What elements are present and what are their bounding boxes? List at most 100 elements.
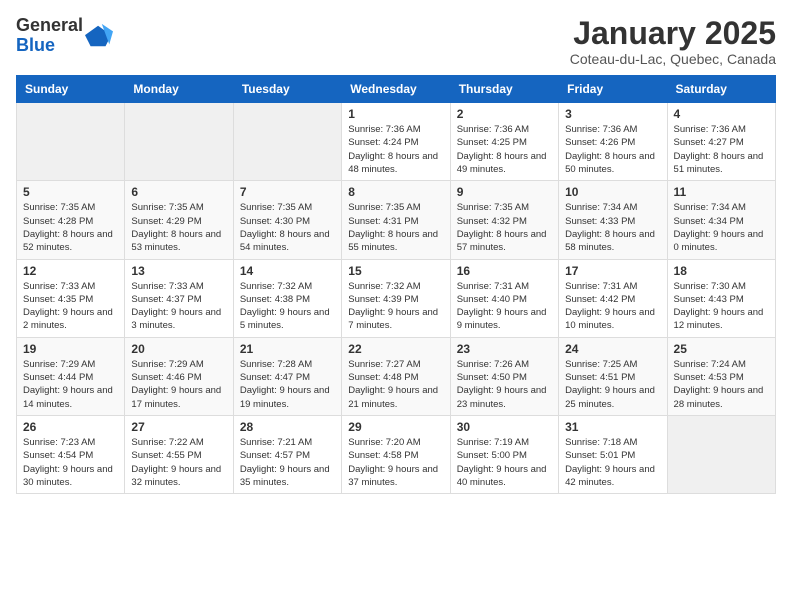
day-cell: 23Sunrise: 7:26 AMSunset: 4:50 PMDayligh… — [450, 337, 558, 415]
day-info: Sunrise: 7:36 AMSunset: 4:26 PMDaylight:… — [565, 123, 660, 176]
day-number: 4 — [674, 107, 769, 121]
day-number: 16 — [457, 264, 552, 278]
day-info: Sunrise: 7:35 AMSunset: 4:29 PMDaylight:… — [131, 201, 226, 254]
day-number: 30 — [457, 420, 552, 434]
day-cell — [125, 103, 233, 181]
day-info: Sunrise: 7:27 AMSunset: 4:48 PMDaylight:… — [348, 358, 443, 411]
day-info: Sunrise: 7:34 AMSunset: 4:33 PMDaylight:… — [565, 201, 660, 254]
day-cell: 26Sunrise: 7:23 AMSunset: 4:54 PMDayligh… — [17, 415, 125, 493]
calendar-table: SundayMondayTuesdayWednesdayThursdayFrid… — [16, 75, 776, 494]
day-number: 2 — [457, 107, 552, 121]
day-cell: 1 Sunrise: 7:36 AMSunset: 4:24 PMDaylight… — [342, 103, 450, 181]
day-number: 24 — [565, 342, 660, 356]
week-row-4: 19 Sunrise: 7:29 AMSunset: 4:44 PMDayligh… — [17, 337, 776, 415]
week-row-2: 5Sunrise: 7:35 AMSunset: 4:28 PMDaylight… — [17, 181, 776, 259]
day-cell: 25Sunrise: 7:24 AMSunset: 4:53 PMDayligh… — [667, 337, 775, 415]
day-number: 31 — [565, 420, 660, 434]
day-info: Sunrise: 7:25 AMSunset: 4:51 PMDaylight:… — [565, 358, 660, 411]
title-block: January 2025 Coteau-du-Lac, Quebec, Cana… — [570, 16, 776, 67]
day-number: 27 — [131, 420, 226, 434]
day-number: 21 — [240, 342, 335, 356]
logo-icon — [85, 22, 113, 50]
day-cell: 21 Sunrise: 7:28 AMSunset: 4:47 PMDayligh… — [233, 337, 341, 415]
day-cell: 28 Sunrise: 7:21 AMSunset: 4:57 PMDayligh… — [233, 415, 341, 493]
day-cell: 15Sunrise: 7:32 AMSunset: 4:39 PMDayligh… — [342, 259, 450, 337]
day-number: 18 — [674, 264, 769, 278]
day-cell: 4 Sunrise: 7:36 AMSunset: 4:27 PMDaylight… — [667, 103, 775, 181]
day-cell: 17Sunrise: 7:31 AMSunset: 4:42 PMDayligh… — [559, 259, 667, 337]
day-cell: 12 Sunrise: 7:33 AMSunset: 4:35 PMDayligh… — [17, 259, 125, 337]
day-number: 1 — [348, 107, 443, 121]
week-row-5: 26Sunrise: 7:23 AMSunset: 4:54 PMDayligh… — [17, 415, 776, 493]
day-info: Sunrise: 7:30 AMSunset: 4:43 PMDaylight:… — [674, 280, 769, 333]
day-cell: 22Sunrise: 7:27 AMSunset: 4:48 PMDayligh… — [342, 337, 450, 415]
day-number: 23 — [457, 342, 552, 356]
day-cell: 31Sunrise: 7:18 AMSunset: 5:01 PMDayligh… — [559, 415, 667, 493]
day-number: 7 — [240, 185, 335, 199]
day-info: Sunrise: 7:31 AMSunset: 4:40 PMDaylight:… — [457, 280, 552, 333]
day-cell: 14Sunrise: 7:32 AMSunset: 4:38 PMDayligh… — [233, 259, 341, 337]
logo-text: GeneralBlue — [16, 16, 83, 56]
day-cell: 30 Sunrise: 7:19 AMSunset: 5:00 PMDayligh… — [450, 415, 558, 493]
day-number: 19 — [23, 342, 118, 356]
day-cell: 2Sunrise: 7:36 AMSunset: 4:25 PMDaylight… — [450, 103, 558, 181]
day-number: 28 — [240, 420, 335, 434]
day-info: Sunrise: 7:35 AMSunset: 4:30 PMDaylight:… — [240, 201, 335, 254]
calendar-subtitle: Coteau-du-Lac, Quebec, Canada — [570, 51, 776, 67]
day-number: 14 — [240, 264, 335, 278]
day-cell: 16 Sunrise: 7:31 AMSunset: 4:40 PMDayligh… — [450, 259, 558, 337]
day-info: Sunrise: 7:28 AMSunset: 4:47 PMDaylight:… — [240, 358, 335, 411]
day-cell: 8 Sunrise: 7:35 AMSunset: 4:31 PMDaylight… — [342, 181, 450, 259]
weekday-header-friday: Friday — [559, 76, 667, 103]
day-info: Sunrise: 7:29 AMSunset: 4:46 PMDaylight:… — [131, 358, 226, 411]
day-cell: 27 Sunrise: 7:22 AMSunset: 4:55 PMDayligh… — [125, 415, 233, 493]
day-info: Sunrise: 7:32 AMSunset: 4:39 PMDaylight:… — [348, 280, 443, 333]
day-cell: 29 Sunrise: 7:20 AMSunset: 4:58 PMDayligh… — [342, 415, 450, 493]
day-info: Sunrise: 7:20 AMSunset: 4:58 PMDaylight:… — [348, 436, 443, 489]
day-cell — [667, 415, 775, 493]
day-cell: 11Sunrise: 7:34 AMSunset: 4:34 PMDayligh… — [667, 181, 775, 259]
day-number: 5 — [23, 185, 118, 199]
week-row-1: 1 Sunrise: 7:36 AMSunset: 4:24 PMDaylight… — [17, 103, 776, 181]
day-cell: 9 Sunrise: 7:35 AMSunset: 4:32 PMDaylight… — [450, 181, 558, 259]
weekday-header-row: SundayMondayTuesdayWednesdayThursdayFrid… — [17, 76, 776, 103]
day-cell: 7 Sunrise: 7:35 AMSunset: 4:30 PMDaylight… — [233, 181, 341, 259]
day-cell: 19 Sunrise: 7:29 AMSunset: 4:44 PMDayligh… — [17, 337, 125, 415]
day-info: Sunrise: 7:36 AMSunset: 4:27 PMDaylight:… — [674, 123, 769, 176]
day-info: Sunrise: 7:31 AMSunset: 4:42 PMDaylight:… — [565, 280, 660, 333]
day-info: Sunrise: 7:21 AMSunset: 4:57 PMDaylight:… — [240, 436, 335, 489]
day-info: Sunrise: 7:29 AMSunset: 4:44 PMDaylight:… — [23, 358, 118, 411]
day-info: Sunrise: 7:35 AMSunset: 4:31 PMDaylight:… — [348, 201, 443, 254]
day-cell: 10 Sunrise: 7:34 AMSunset: 4:33 PMDayligh… — [559, 181, 667, 259]
calendar-title: January 2025 — [570, 16, 776, 51]
day-info: Sunrise: 7:34 AMSunset: 4:34 PMDaylight:… — [674, 201, 769, 254]
day-cell — [17, 103, 125, 181]
day-info: Sunrise: 7:36 AMSunset: 4:24 PMDaylight:… — [348, 123, 443, 176]
weekday-header-tuesday: Tuesday — [233, 76, 341, 103]
day-number: 13 — [131, 264, 226, 278]
day-number: 9 — [457, 185, 552, 199]
day-cell: 20 Sunrise: 7:29 AMSunset: 4:46 PMDayligh… — [125, 337, 233, 415]
day-cell: 18 Sunrise: 7:30 AMSunset: 4:43 PMDayligh… — [667, 259, 775, 337]
day-info: Sunrise: 7:22 AMSunset: 4:55 PMDaylight:… — [131, 436, 226, 489]
day-cell: 3 Sunrise: 7:36 AMSunset: 4:26 PMDaylight… — [559, 103, 667, 181]
day-number: 6 — [131, 185, 226, 199]
day-number: 12 — [23, 264, 118, 278]
day-info: Sunrise: 7:33 AMSunset: 4:37 PMDaylight:… — [131, 280, 226, 333]
day-number: 20 — [131, 342, 226, 356]
day-cell: 5Sunrise: 7:35 AMSunset: 4:28 PMDaylight… — [17, 181, 125, 259]
day-cell: 6 Sunrise: 7:35 AMSunset: 4:29 PMDaylight… — [125, 181, 233, 259]
day-number: 26 — [23, 420, 118, 434]
day-info: Sunrise: 7:35 AMSunset: 4:32 PMDaylight:… — [457, 201, 552, 254]
day-number: 10 — [565, 185, 660, 199]
day-number: 3 — [565, 107, 660, 121]
weekday-header-saturday: Saturday — [667, 76, 775, 103]
logo: GeneralBlue — [16, 16, 113, 56]
weekday-header-sunday: Sunday — [17, 76, 125, 103]
day-info: Sunrise: 7:19 AMSunset: 5:00 PMDaylight:… — [457, 436, 552, 489]
day-number: 25 — [674, 342, 769, 356]
day-cell — [233, 103, 341, 181]
day-number: 29 — [348, 420, 443, 434]
day-number: 8 — [348, 185, 443, 199]
day-info: Sunrise: 7:33 AMSunset: 4:35 PMDaylight:… — [23, 280, 118, 333]
